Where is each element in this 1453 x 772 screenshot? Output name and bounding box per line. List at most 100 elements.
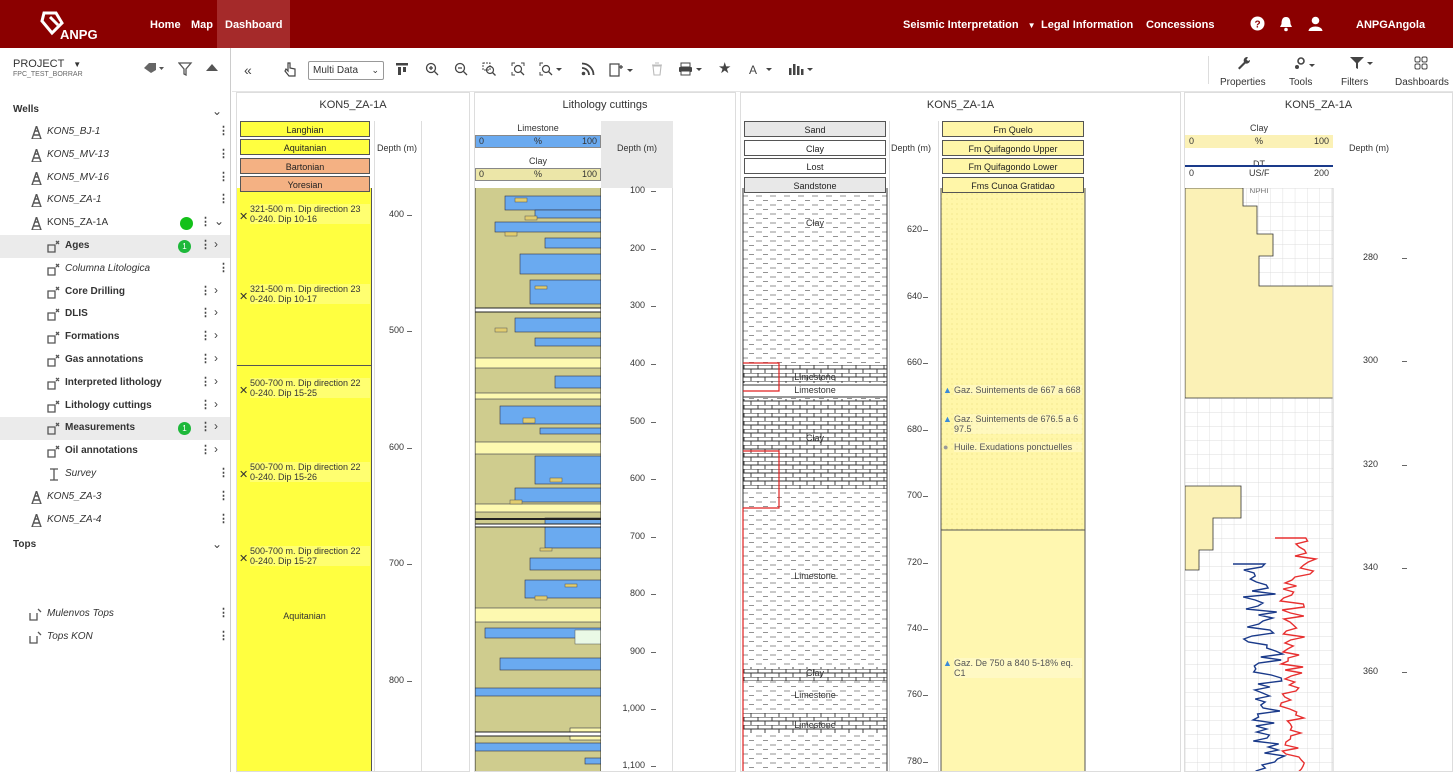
well-item-kon5_za-1[interactable]: KON5_ZA-1 ⋮: [0, 189, 230, 212]
gas-annotation[interactable]: Gaz. De 750 a 840 5-18% eq. C1: [954, 658, 1082, 678]
more-options-icon[interactable]: ⋮: [218, 124, 229, 137]
tops-collapse-chevron-icon[interactable]: ⌄: [212, 537, 222, 551]
dip-annotation[interactable]: 321-500 m. Dip direction 23 0-240. Dip 1…: [250, 204, 370, 224]
user-icon[interactable]: [1308, 16, 1323, 31]
more-options-icon[interactable]: ⋮: [200, 215, 211, 228]
tools-icon[interactable]: [1293, 56, 1317, 70]
rss-feed-icon[interactable]: [581, 62, 595, 76]
dataset-measurements[interactable]: Measurements 1 ⋮ ›: [0, 417, 230, 441]
chevron-right-icon[interactable]: ›: [214, 397, 218, 411]
age-zone-bartonian[interactable]: Bartonian: [240, 157, 370, 174]
dip-annotation[interactable]: 500-700 m. Dip direction 22 0-240. Dip 1…: [250, 378, 370, 398]
chevron-right-icon[interactable]: ›: [214, 351, 218, 365]
wrench-icon[interactable]: [1237, 56, 1251, 70]
age-zone-langhian[interactable]: Langhian: [240, 121, 370, 137]
dataset-survey[interactable]: Survey ⋮: [0, 463, 230, 486]
project-selector[interactable]: PROJECT ▼ FPC_TEST_BORRAR: [13, 58, 83, 78]
more-options-icon[interactable]: ⋮: [200, 398, 211, 411]
multi-data-select[interactable]: Multi Data ⌄: [308, 61, 384, 80]
panel-ages-za1a[interactable]: KON5_ZA-1A Langhian Aquitanian Bartonian Yo…: [236, 92, 470, 772]
more-options-icon[interactable]: ⋮: [200, 443, 211, 456]
collapse-up-icon[interactable]: [205, 62, 219, 75]
nav-dashboard[interactable]: Dashboard: [217, 0, 291, 48]
zoom-out-icon[interactable]: [454, 62, 468, 76]
dataset-gas-annotations[interactable]: Gas annotations ⋮ ›: [0, 349, 230, 372]
dip-annotation[interactable]: 500-700 m. Dip direction 22 0-240. Dip 1…: [250, 462, 370, 482]
chevron-right-icon[interactable]: ›: [214, 305, 218, 319]
litho-zone-lost[interactable]: Lost: [744, 158, 886, 174]
zoom-options-icon[interactable]: [539, 62, 563, 76]
help-icon[interactable]: ?: [1250, 16, 1265, 31]
gas-annotation[interactable]: Gaz. Suintements de 676.5 a 6 97.5: [954, 414, 1082, 434]
pointer-hand-icon[interactable]: [283, 62, 297, 77]
more-options-icon[interactable]: ⋮: [218, 629, 229, 642]
chevron-right-icon[interactable]: ›: [214, 419, 218, 433]
more-options-icon[interactable]: ⋮: [218, 489, 229, 502]
zoom-region-icon[interactable]: [482, 62, 496, 76]
filter-icon[interactable]: [1349, 56, 1375, 70]
well-item-kon5_mv-13[interactable]: KON5_MV-13 ⋮: [0, 144, 230, 167]
dataset-interpreted-lithology[interactable]: Interpreted lithology ⋮ ›: [0, 372, 230, 395]
panel-formations-za1a[interactable]: KON5_ZA-1A Sand Clay Lost Sandstone Fm Q…: [740, 92, 1181, 772]
more-options-icon[interactable]: ⋮: [218, 147, 229, 160]
more-options-icon[interactable]: ⋮: [218, 466, 229, 479]
dataset-core-drilling[interactable]: Core Drilling ⋮ ›: [0, 281, 230, 304]
tag-filter-icon[interactable]: [143, 62, 165, 77]
wells-collapse-chevron-icon[interactable]: ⌄: [212, 104, 222, 118]
dataset-columna-litologica[interactable]: Columna Litologica ⋮: [0, 258, 230, 281]
formation-zone[interactable]: Fm Quifagondo Upper: [942, 139, 1084, 156]
dashboards-button[interactable]: Dashboards: [1395, 77, 1449, 88]
print-icon[interactable]: [678, 62, 704, 76]
add-track-icon[interactable]: [609, 62, 635, 77]
nav-concessions[interactable]: Concessions: [1146, 0, 1214, 48]
well-item-kon5_bj-1[interactable]: KON5_BJ-1 ⋮: [0, 121, 230, 144]
properties-button[interactable]: Properties: [1220, 77, 1266, 88]
star-icon[interactable]: ★: [718, 59, 731, 77]
dataset-lithology-cuttings[interactable]: Lithology cuttings ⋮ ›: [0, 395, 230, 418]
more-options-icon[interactable]: ⋮: [200, 375, 211, 388]
dataset-formations[interactable]: Formations ⋮ ›: [0, 326, 230, 349]
more-options-icon[interactable]: ⋮: [218, 192, 229, 205]
more-options-icon[interactable]: ⋮: [218, 261, 229, 274]
more-options-icon[interactable]: ⋮: [218, 512, 229, 525]
well-item-kon5_za-1a[interactable]: KON5_ZA-1A ⋮ ⌄: [0, 212, 230, 235]
delete-icon[interactable]: [651, 62, 663, 76]
collapse-sidebar-icon[interactable]: «: [244, 62, 252, 78]
font-options-icon[interactable]: A: [749, 62, 775, 76]
formation-zone[interactable]: Fms Cunoa Gratidao: [942, 176, 1084, 193]
more-options-icon[interactable]: ⋮: [200, 284, 211, 297]
dataset-ages[interactable]: Ages 1 ⋮ ›: [0, 235, 230, 258]
more-options-icon[interactable]: ⋮: [218, 170, 229, 183]
nav-map[interactable]: Map: [191, 0, 213, 48]
gas-annotation[interactable]: Gaz. Suintements de 667 a 668: [954, 385, 1082, 395]
gas-annotation[interactable]: Huile. Exudations ponctuelles: [954, 442, 1082, 452]
filters-button[interactable]: Filters: [1341, 77, 1368, 88]
nav-legal-information[interactable]: Legal Information: [1041, 0, 1133, 48]
chevron-right-icon[interactable]: ›: [214, 328, 218, 342]
chevron-right-icon[interactable]: ›: [214, 237, 218, 251]
age-zone-aquitanian[interactable]: Aquitanian: [240, 139, 370, 156]
dip-annotation[interactable]: 321-500 m. Dip direction 23 0-240. Dip 1…: [250, 284, 370, 304]
formation-zone[interactable]: Fm Quifagondo Lower: [942, 158, 1084, 174]
user-name[interactable]: ANPGAngola: [1356, 0, 1425, 48]
tops-item-mulenvos-tops[interactable]: Mulenvos Tops ⋮: [0, 603, 230, 626]
align-top-icon[interactable]: [395, 62, 409, 76]
more-options-icon[interactable]: ⋮: [218, 606, 229, 619]
dashboards-grid-icon[interactable]: [1414, 56, 1428, 70]
litho-zone-clay[interactable]: Clay: [744, 139, 886, 156]
formation-zone[interactable]: Fm Quelo: [942, 121, 1084, 137]
zoom-fit-icon[interactable]: [511, 62, 525, 76]
panel-lithology-cuttings[interactable]: Lithology cuttings Limestone 0% 100 Clay 0% 1…: [474, 92, 736, 772]
nav-home[interactable]: Home: [150, 0, 181, 48]
more-options-icon[interactable]: ⋮: [200, 238, 211, 251]
anpg-logo[interactable]: ANPG: [38, 9, 108, 41]
dataset-dlis[interactable]: DLIS ⋮ ›: [0, 303, 230, 326]
chevron-right-icon[interactable]: ›: [214, 283, 218, 297]
age-zone-yoresian[interactable]: Yoresian: [240, 175, 370, 192]
bell-icon[interactable]: [1278, 16, 1294, 32]
chevron-down-icon[interactable]: ⌄: [214, 214, 224, 228]
chart-options-icon[interactable]: [788, 62, 814, 76]
filter-settings-icon[interactable]: [177, 62, 194, 79]
more-options-icon[interactable]: ⋮: [200, 329, 211, 342]
well-item-kon5_za-4[interactable]: KON5_ZA-4 ⋮: [0, 509, 230, 532]
